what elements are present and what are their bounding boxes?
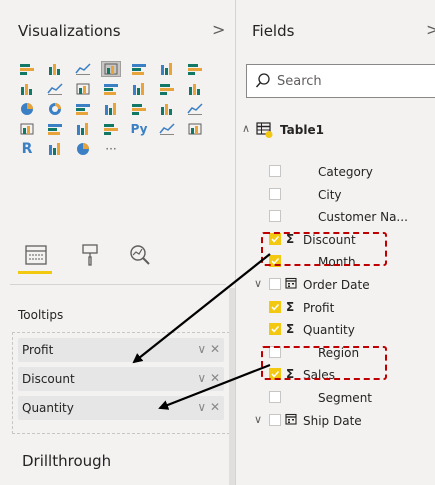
map-icon[interactable] [102, 102, 120, 116]
stacked-area-icon[interactable] [46, 82, 64, 96]
field-label: Profit [303, 301, 335, 315]
table-name: Table1 [280, 123, 324, 137]
ribbon-chart-icon[interactable] [130, 82, 148, 96]
field-checkbox[interactable] [269, 391, 281, 403]
field-checkbox[interactable] [269, 323, 281, 335]
search-icon [255, 72, 271, 94]
sigma-icon: Σ [286, 322, 295, 336]
field-row[interactable]: Segment [236, 388, 435, 410]
clustered-column-icon[interactable] [101, 61, 121, 77]
field-checkbox[interactable] [269, 210, 281, 222]
fields-tab-icon[interactable] [22, 242, 50, 268]
field-label: Category [318, 165, 373, 179]
field-row[interactable]: Σ Quantity [236, 320, 435, 342]
tooltip-field-discount[interactable]: Discount ∨ ✕ [18, 367, 224, 391]
field-checkbox[interactable] [269, 278, 281, 290]
search-placeholder: Search [277, 74, 322, 89]
chip-controls[interactable]: ∨ ✕ [197, 400, 220, 414]
field-label: Order Date [303, 278, 370, 292]
highlight-quantity [261, 346, 387, 380]
tooltip-field-label: Discount [22, 372, 75, 386]
tooltip-field-label: Quantity [22, 401, 74, 415]
collapse-icon[interactable]: ∧ [242, 122, 250, 135]
field-checkbox[interactable] [269, 188, 281, 200]
r-label: R [21, 141, 33, 157]
pane-tabs [18, 238, 218, 276]
filled-map-icon[interactable] [130, 102, 148, 116]
field-checkbox[interactable] [269, 414, 281, 426]
field-row[interactable]: ∨ Ship Date [236, 411, 435, 433]
field-row[interactable]: Σ Profit [236, 298, 435, 320]
multi-row-card-icon[interactable] [46, 122, 64, 136]
waterfall-icon[interactable] [158, 82, 176, 96]
pie-icon[interactable] [18, 102, 36, 116]
more-icon[interactable]: ··· [102, 142, 120, 156]
kpi-icon[interactable] [74, 122, 92, 136]
matrix-icon[interactable] [186, 122, 204, 136]
visualizations-pane: Visualizations > Py R ··· Tooltips Profit … [0, 0, 235, 485]
table-icon[interactable] [158, 122, 176, 136]
field-label: Quantity [303, 323, 355, 337]
line-chart-icon[interactable] [186, 62, 204, 76]
donut-icon[interactable] [46, 102, 64, 116]
r-visual-icon[interactable]: R [18, 141, 36, 157]
field-row[interactable]: Category [236, 162, 435, 184]
field-label: City [318, 188, 342, 202]
tooltip-field-quantity[interactable]: Quantity ∨ ✕ [18, 396, 224, 420]
chip-controls[interactable]: ∨ ✕ [197, 342, 220, 356]
clustered-bar-icon[interactable] [74, 62, 92, 76]
python-visual-icon[interactable]: Py [130, 122, 148, 136]
expand-icon[interactable]: ∨ [254, 277, 262, 290]
tooltip-field-profit[interactable]: Profit ∨ ✕ [18, 338, 224, 362]
format-paint-icon[interactable] [76, 242, 104, 268]
chip-controls[interactable]: ∨ ✕ [197, 371, 220, 385]
stacked-column-icon[interactable] [46, 62, 64, 76]
visual-gallery: Py R ··· [18, 61, 214, 162]
fields-title: Fields [252, 22, 295, 40]
globe-icon[interactable] [74, 142, 92, 156]
drillthrough-label: Drillthrough [22, 452, 112, 470]
fields-expand-icon[interactable]: > [426, 20, 435, 39]
field-checkbox[interactable] [269, 165, 281, 177]
gauge-icon[interactable] [186, 102, 204, 116]
active-tab-indicator [18, 271, 52, 274]
field-row[interactable]: ∨ Order Date [236, 275, 435, 297]
search-input[interactable]: Search [246, 64, 435, 98]
more-label: ··· [105, 142, 117, 156]
analytics-icon[interactable] [126, 242, 154, 268]
100-stacked-column-icon[interactable] [158, 62, 176, 76]
pane-divider [10, 284, 226, 285]
funnel-icon[interactable] [158, 102, 176, 116]
field-row[interactable]: City [236, 185, 435, 207]
python-label: Py [130, 122, 148, 136]
field-checkbox[interactable] [269, 301, 281, 313]
card-icon[interactable] [18, 122, 36, 136]
field-label: Segment [318, 391, 372, 405]
calendar-icon [285, 413, 297, 428]
visualizations-title: Visualizations [18, 22, 121, 40]
visualizations-expand-icon[interactable]: > [212, 20, 225, 39]
expand-icon[interactable]: ∨ [254, 413, 262, 426]
table-row[interactable]: ∧ Table1 [236, 120, 435, 142]
100-stacked-bar-icon[interactable] [130, 62, 148, 76]
slicer-icon[interactable] [102, 122, 120, 136]
tooltips-well[interactable]: Profit ∨ ✕ Discount ∨ ✕ Quantity ∨ ✕ [12, 332, 230, 434]
area-chart-icon[interactable] [18, 82, 36, 96]
fields-pane: Fields > Search ∧ Table1 Category City Cus… [235, 0, 435, 485]
field-label: Ship Date [303, 414, 362, 428]
highlight-discount [261, 232, 387, 266]
field-label: Customer Na... [318, 210, 408, 224]
scatter-icon[interactable] [186, 82, 204, 96]
tooltips-label: Tooltips [18, 308, 64, 322]
line-clustered-column-icon[interactable] [102, 82, 120, 96]
field-row[interactable]: Customer Na... [236, 207, 435, 229]
line-column-icon[interactable] [74, 82, 92, 96]
treemap-icon[interactable] [74, 102, 92, 116]
calendar-icon [285, 277, 297, 292]
stacked-bar-icon[interactable] [18, 62, 36, 76]
sigma-icon: Σ [286, 300, 295, 314]
arcgis-icon[interactable] [46, 142, 64, 156]
tooltip-field-label: Profit [22, 343, 54, 357]
table-icon [256, 121, 274, 142]
